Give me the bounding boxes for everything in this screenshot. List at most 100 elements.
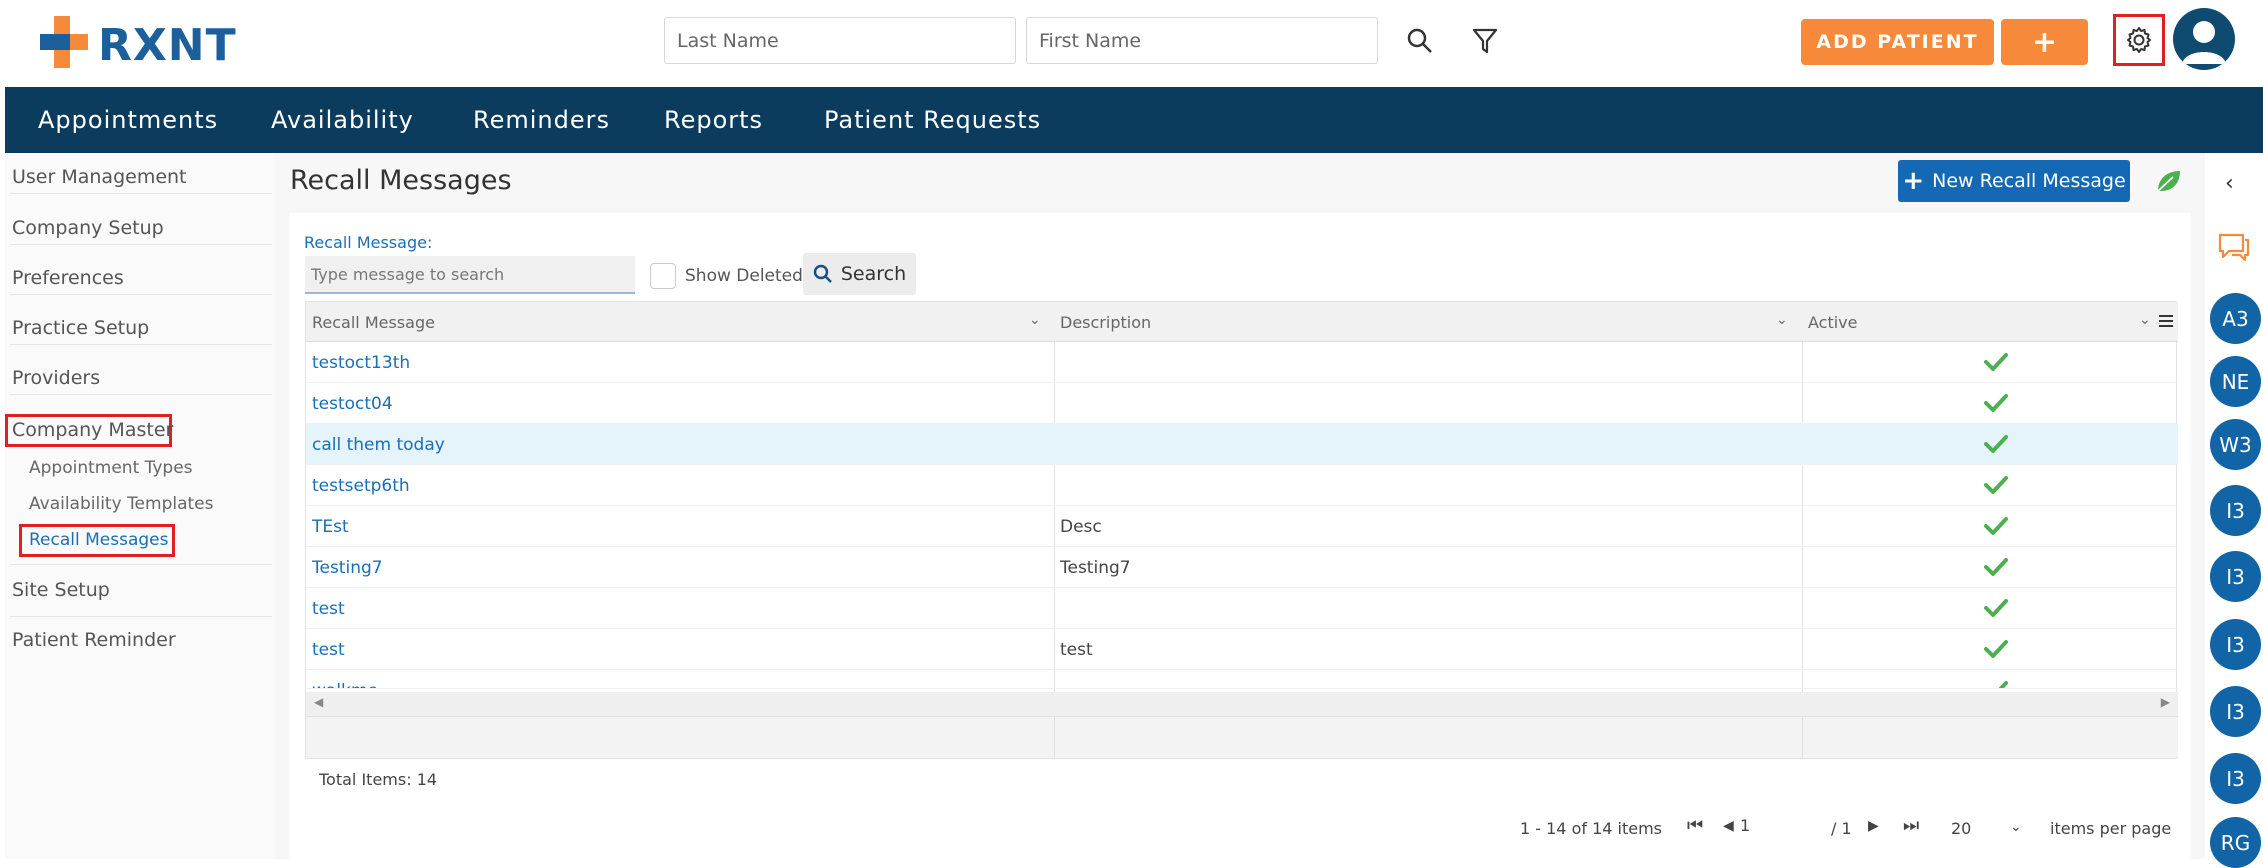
active-check-icon [1984, 640, 2008, 658]
sidebar-item-company-master[interactable]: Company Master [12, 419, 173, 441]
recall-message-cell[interactable]: test [306, 629, 345, 670]
total-items: Total Items: 14 [319, 770, 438, 789]
nav-patient-requests[interactable]: Patient Requests [824, 106, 1041, 134]
sidebar-item-providers[interactable]: Providers [12, 367, 100, 389]
leaf-icon[interactable] [2155, 167, 2183, 195]
logo-text: RXNT [98, 20, 237, 71]
table-row[interactable]: call them today [306, 424, 2178, 465]
active-check-icon [1984, 517, 2008, 535]
first-page-icon[interactable]: ⏮ [1687, 815, 1703, 836]
table-row[interactable]: testoct13th [306, 342, 2178, 383]
prev-page-icon[interactable]: ◀ [1723, 818, 1734, 834]
table-row[interactable]: testsetp6th [306, 465, 2178, 506]
active-check-icon [1984, 476, 2008, 494]
chat-icon[interactable] [2217, 231, 2251, 263]
first-name-input[interactable] [1026, 17, 1378, 64]
column-header-recall-message[interactable]: Recall Message [306, 302, 1054, 342]
recall-message-cell[interactable]: testoct13th [306, 342, 410, 383]
sidebar-sub-availability-templates[interactable]: Availability Templates [29, 494, 214, 514]
add-patient-button[interactable]: ADD PATIENT [1801, 19, 1994, 65]
description-cell: Desc [1060, 516, 1102, 537]
table-row[interactable]: TEst Desc [306, 506, 2178, 547]
sidebar-item-practice-setup[interactable]: Practice Setup [12, 317, 149, 339]
description-cell [1054, 342, 1060, 383]
rail-badge[interactable]: I3 [2210, 753, 2261, 804]
chevron-down-icon[interactable]: ⌄ [2139, 312, 2151, 328]
recall-message-filter-label: Recall Message: [304, 233, 433, 252]
recall-message-cell[interactable]: testsetp6th [306, 465, 410, 506]
active-check-icon [1986, 681, 2008, 688]
description-cell [1054, 383, 1060, 424]
rxnt-cross-icon [40, 16, 88, 68]
rail-badge[interactable]: I3 [2210, 485, 2261, 536]
search-icon[interactable] [1403, 24, 1437, 58]
next-page-icon[interactable]: ▶ [1868, 818, 1879, 834]
rail-badge[interactable]: I3 [2210, 686, 2261, 737]
table-row[interactable]: test test [306, 629, 2178, 670]
last-page-icon[interactable]: ⏭ [1903, 815, 1919, 836]
per-page-select[interactable]: 20 [1951, 819, 1971, 838]
search-button[interactable]: Search [803, 253, 916, 295]
search-button-label: Search [840, 263, 907, 285]
settings-button[interactable] [2113, 14, 2165, 66]
table-row[interactable]: testoct04 [306, 383, 2178, 424]
scroll-right-icon[interactable]: ▶ [2161, 695, 2170, 709]
rail-badge[interactable]: A3 [2210, 293, 2261, 344]
grid-footer-row [306, 716, 2178, 759]
recall-message-cell[interactable]: Testing7 [306, 547, 383, 588]
description-cell [1054, 465, 1060, 506]
sidebar-item-preferences[interactable]: Preferences [12, 267, 124, 289]
chevron-down-icon[interactable]: ⌄ [1029, 312, 1041, 328]
table-row[interactable]: walkme [306, 670, 2178, 689]
items-per-page-label: items per page [2050, 819, 2172, 838]
sidebar-sub-recall-messages[interactable]: Recall Messages [29, 530, 169, 550]
recall-messages-grid: Recall Message ⌄ Description ⌄ Active ⌄ … [305, 301, 2178, 759]
collapse-chevron-icon[interactable]: ‹ [2225, 171, 2234, 196]
nav-reports[interactable]: Reports [664, 106, 763, 134]
last-name-input[interactable] [664, 17, 1016, 64]
chevron-down-icon[interactable]: ⌄ [1776, 312, 1788, 328]
recall-message-cell[interactable]: TEst [306, 506, 349, 547]
show-deleted-checkbox[interactable] [650, 263, 676, 289]
description-cell [1054, 424, 1060, 465]
rxnt-logo[interactable]: RXNT [40, 16, 240, 71]
recall-message-cell[interactable]: testoct04 [306, 383, 393, 424]
rail-badge[interactable]: RG [2210, 817, 2261, 868]
recall-message-cell[interactable]: test [306, 588, 345, 629]
nav-availability[interactable]: Availability [271, 106, 414, 134]
nav-reminders[interactable]: Reminders [473, 106, 610, 134]
rail-badge[interactable]: NE [2210, 356, 2261, 407]
chevron-down-icon[interactable]: ⌄ [2010, 819, 2022, 835]
sidebar-sub-appointment-types[interactable]: Appointment Types [29, 458, 193, 478]
recall-message-cell[interactable]: call them today [306, 424, 445, 465]
quick-add-button[interactable]: + [2001, 19, 2088, 65]
filter-icon[interactable] [1468, 24, 1502, 58]
nav-appointments[interactable]: Appointments [38, 106, 218, 134]
column-header-active[interactable]: Active [1802, 302, 2178, 342]
settings-sidebar: User Management Company Setup Preference… [5, 153, 275, 859]
page-number-input[interactable] [1740, 809, 1810, 841]
sidebar-divider [10, 564, 272, 565]
recall-message-search-input[interactable] [305, 256, 635, 294]
active-check-icon [1984, 394, 2008, 412]
table-row[interactable]: test [306, 588, 2178, 629]
column-menu-icon[interactable] [2158, 313, 2174, 329]
scroll-left-icon[interactable]: ◀ [314, 695, 323, 709]
horizontal-scrollbar[interactable]: ◀ ▶ [306, 692, 2178, 716]
sidebar-item-company-setup[interactable]: Company Setup [12, 217, 164, 239]
sidebar-item-user-management[interactable]: User Management [12, 166, 187, 188]
search-icon [813, 264, 832, 283]
column-header-description[interactable]: Description [1054, 302, 1802, 342]
sidebar-item-patient-reminder[interactable]: Patient Reminder [12, 629, 176, 651]
new-recall-message-button[interactable]: + New Recall Message [1898, 160, 2130, 202]
rail-badge[interactable]: W3 [2210, 419, 2261, 470]
rail-badge[interactable]: I3 [2210, 619, 2261, 670]
recall-message-cell[interactable]: walkme [306, 670, 378, 689]
user-avatar[interactable] [2173, 8, 2235, 70]
table-row[interactable]: Testing7 Testing7 [306, 547, 2178, 588]
sidebar-divider [10, 244, 272, 245]
rail-badge[interactable]: I3 [2210, 551, 2261, 602]
active-check-icon [1984, 353, 2008, 371]
sidebar-item-site-setup[interactable]: Site Setup [12, 579, 110, 601]
user-icon [2182, 21, 2226, 64]
